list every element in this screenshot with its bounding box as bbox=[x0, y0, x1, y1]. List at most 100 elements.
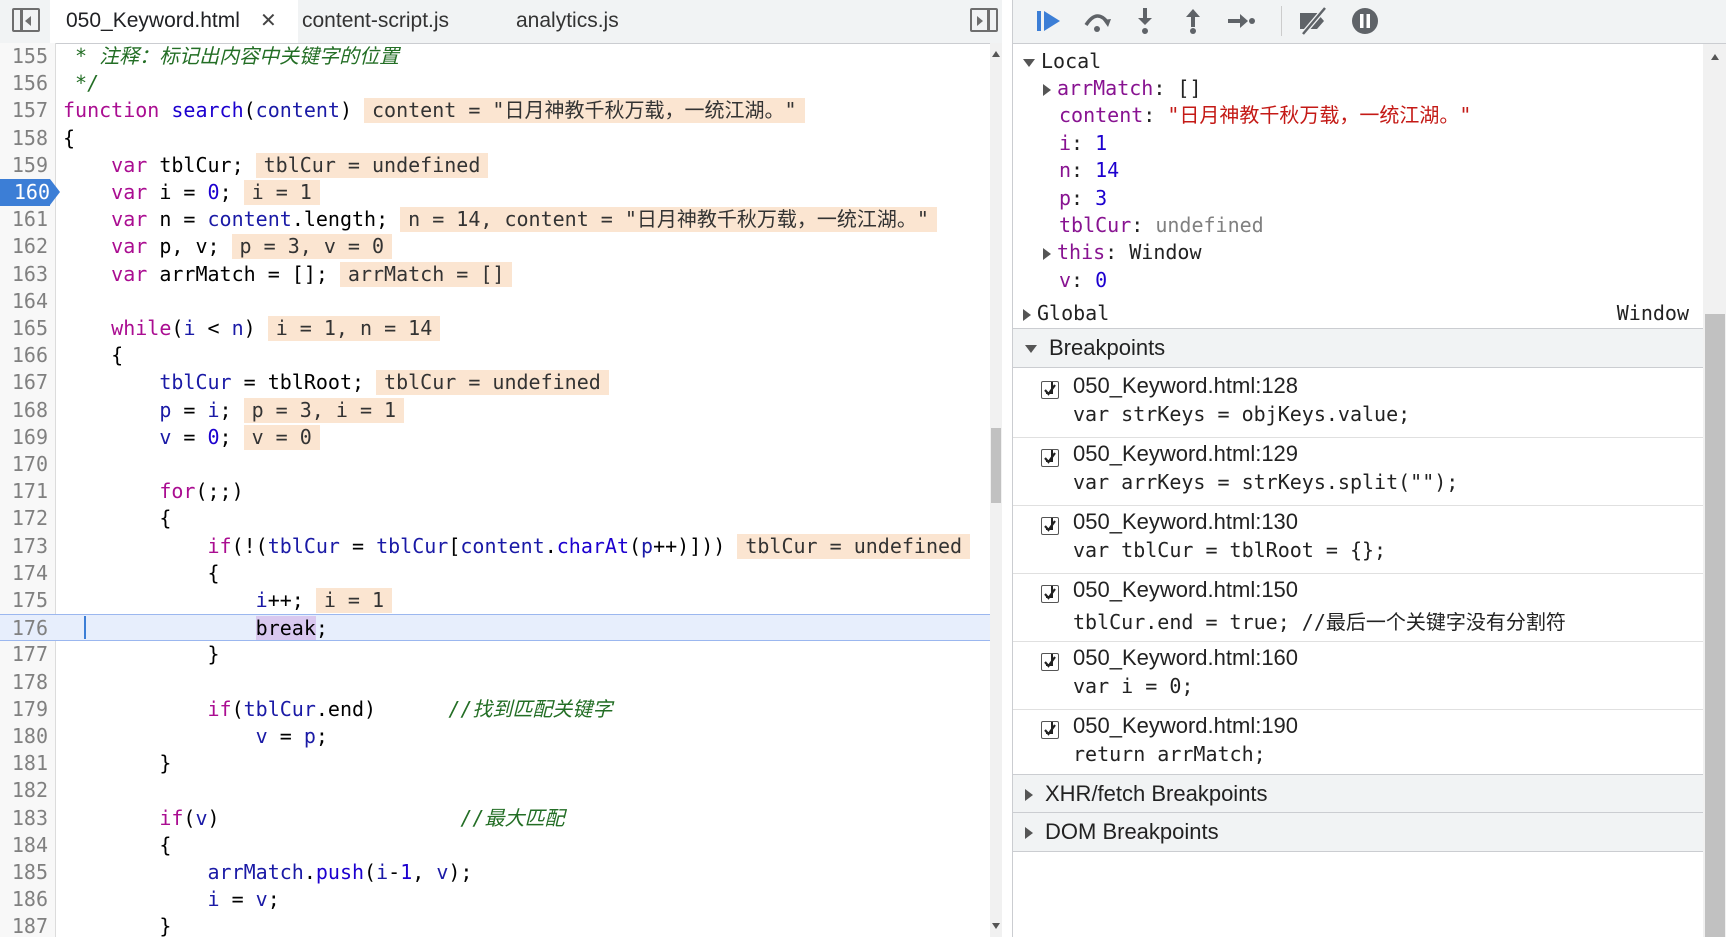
inline-value[interactable]: tblCur = undefined bbox=[376, 370, 609, 396]
expand-arrow-icon[interactable] bbox=[1025, 345, 1037, 354]
step-into-icon[interactable] bbox=[1129, 6, 1161, 36]
breakpoint-line-number[interactable]: 160 bbox=[0, 179, 60, 206]
line-number[interactable]: 169 bbox=[0, 424, 48, 451]
line-number[interactable]: 186 bbox=[0, 886, 48, 913]
breakpoint-item[interactable]: 050_Keyword.html:130 var tblCur = tblRoot… bbox=[1013, 505, 1703, 574]
line-number[interactable]: 187 bbox=[0, 913, 48, 937]
scroll-up-icon[interactable] bbox=[992, 51, 1000, 57]
step-over-icon[interactable] bbox=[1081, 6, 1113, 36]
code-line[interactable]: 185 arrMatch.push(i-1, v); bbox=[0, 859, 990, 886]
line-number[interactable]: 159 bbox=[0, 152, 48, 179]
code-area[interactable]: 155 * 注释：标记出内容中关键字的位置 156 */157 function s… bbox=[0, 43, 990, 937]
breakpoint-item[interactable]: 050_Keyword.html:128 var strKeys = objKey… bbox=[1013, 369, 1703, 438]
sidebar-scrollbar[interactable] bbox=[1703, 44, 1726, 937]
inline-value[interactable]: n = 14, content = "日月神教千秋万载，一统江湖。" bbox=[400, 207, 937, 233]
line-number[interactable]: 156 bbox=[0, 70, 48, 97]
editor-scroll-thumb[interactable] bbox=[991, 428, 1001, 503]
sidebar-scroll-thumb[interactable] bbox=[1705, 314, 1725, 937]
code-line[interactable]: 160 var i = 0; i = 1 bbox=[0, 179, 990, 206]
code-line[interactable]: 155 * 注释：标记出内容中关键字的位置 bbox=[0, 43, 990, 70]
breakpoint-checkbox[interactable] bbox=[1041, 721, 1059, 739]
line-number[interactable]: 182 bbox=[0, 777, 48, 804]
line-number[interactable]: 185 bbox=[0, 859, 48, 886]
code-line[interactable]: 182 bbox=[0, 777, 990, 804]
line-number[interactable]: 178 bbox=[0, 669, 48, 696]
code-line[interactable]: 186 i = v; bbox=[0, 886, 990, 913]
code-line[interactable]: 177 } bbox=[0, 641, 990, 668]
code-line[interactable]: 173 if(!(tblCur = tblCur[content.charAt(… bbox=[0, 533, 990, 560]
scope-variable[interactable]: v: 0 bbox=[1059, 265, 1107, 295]
code-line[interactable]: 183 if(v) //最大匹配 bbox=[0, 805, 990, 832]
line-number[interactable]: 180 bbox=[0, 723, 48, 750]
code-line[interactable]: 171 for(;;) bbox=[0, 478, 990, 505]
tab-content-script[interactable]: content-script.js bbox=[302, 0, 449, 43]
code-line[interactable]: 159 var tblCur; tblCur = undefined bbox=[0, 152, 990, 179]
line-number[interactable]: 161 bbox=[0, 206, 48, 233]
line-number[interactable]: 165 bbox=[0, 315, 48, 342]
code-line[interactable]: 174 { bbox=[0, 560, 990, 587]
line-number[interactable]: 164 bbox=[0, 288, 48, 315]
line-number[interactable]: 163 bbox=[0, 261, 48, 288]
inline-value[interactable]: p = 3, i = 1 bbox=[243, 397, 405, 423]
scope-local-header[interactable]: Local bbox=[1023, 46, 1101, 76]
breakpoint-checkbox[interactable] bbox=[1041, 449, 1059, 467]
code-line[interactable]: 165 while(i < n) i = 1, n = 14 bbox=[0, 315, 990, 342]
expand-arrow-icon[interactable] bbox=[1025, 789, 1033, 802]
code-line[interactable]: 179 if(tblCur.end) //找到匹配关键字 bbox=[0, 696, 990, 723]
line-number[interactable]: 173 bbox=[0, 533, 48, 560]
scope-variable[interactable]: content: "日月神教千秋万载，一统江湖。" bbox=[1059, 100, 1471, 130]
code-line[interactable]: 156 */ bbox=[0, 70, 990, 97]
breakpoint-checkbox[interactable] bbox=[1041, 381, 1059, 399]
breakpoint-checkbox[interactable] bbox=[1041, 653, 1059, 671]
line-number[interactable]: 157 bbox=[0, 97, 48, 124]
code-line[interactable]: 157 function search(content) content = "日月… bbox=[0, 97, 990, 124]
toggle-navigator-icon[interactable] bbox=[12, 8, 40, 32]
scroll-down-icon[interactable] bbox=[992, 923, 1000, 929]
code-line[interactable]: 168 p = i; p = 3, i = 1 bbox=[0, 397, 990, 424]
line-number[interactable]: 162 bbox=[0, 233, 48, 260]
code-line[interactable]: 162 var p, v; p = 3, v = 0 bbox=[0, 233, 990, 260]
line-number[interactable]: 167 bbox=[0, 369, 48, 396]
code-line[interactable]: 184 { bbox=[0, 832, 990, 859]
deactivate-breakpoints-icon[interactable] bbox=[1297, 6, 1329, 36]
scope-variable[interactable]: i: 1 bbox=[1059, 128, 1107, 158]
code-line[interactable]: 164 bbox=[0, 288, 990, 315]
editor-scrollbar[interactable] bbox=[990, 43, 1002, 937]
scope-variable[interactable]: n: 14 bbox=[1059, 155, 1119, 185]
line-number[interactable]: 177 bbox=[0, 641, 48, 668]
step-icon[interactable] bbox=[1225, 6, 1257, 36]
expand-arrow-icon[interactable] bbox=[1025, 827, 1033, 840]
line-number[interactable]: 172 bbox=[0, 505, 48, 532]
line-number[interactable]: 166 bbox=[0, 342, 48, 369]
pause-on-exceptions-icon[interactable] bbox=[1349, 6, 1381, 36]
line-number[interactable]: 175 bbox=[0, 587, 48, 614]
inline-value[interactable]: p = 3, v = 0 bbox=[231, 234, 393, 260]
line-number[interactable]: 174 bbox=[0, 560, 48, 587]
code-line[interactable]: 176 break; bbox=[0, 614, 990, 642]
breakpoint-checkbox[interactable] bbox=[1041, 517, 1059, 535]
line-number[interactable]: 171 bbox=[0, 478, 48, 505]
scope-variable[interactable]: tblCur: undefined bbox=[1059, 210, 1264, 240]
code-line[interactable]: 172 { bbox=[0, 505, 990, 532]
line-number[interactable]: 158 bbox=[0, 125, 48, 152]
scroll-up-icon[interactable] bbox=[1711, 54, 1719, 60]
breakpoints-section-header[interactable]: Breakpoints bbox=[1013, 328, 1703, 368]
step-out-icon[interactable] bbox=[1177, 6, 1209, 36]
inline-value[interactable]: arrMatch = [] bbox=[339, 261, 513, 287]
breakpoint-item[interactable]: 050_Keyword.html:129 var arrKeys = strKey… bbox=[1013, 437, 1703, 506]
code-line[interactable]: 158 { bbox=[0, 125, 990, 152]
breakpoint-item[interactable]: 050_Keyword.html:190 return arrMatch; bbox=[1013, 709, 1703, 778]
code-line[interactable]: 161 var n = content.length; n = 14, conte… bbox=[0, 206, 990, 233]
line-number[interactable]: 184 bbox=[0, 832, 48, 859]
toggle-debugger-sidebar-icon[interactable] bbox=[970, 8, 998, 32]
code-line[interactable]: 175 i++; i = 1 bbox=[0, 587, 990, 614]
line-number[interactable]: 179 bbox=[0, 696, 48, 723]
scope-variable[interactable]: p: 3 bbox=[1059, 183, 1107, 213]
dom-breakpoints-section-header[interactable]: DOM Breakpoints bbox=[1013, 812, 1703, 852]
code-line[interactable]: 167 tblCur = tblRoot; tblCur = undefined bbox=[0, 369, 990, 396]
inline-value[interactable]: v = 0 bbox=[243, 424, 320, 450]
scope-variable[interactable]: arrMatch: [] bbox=[1043, 73, 1202, 103]
code-line[interactable]: 181 } bbox=[0, 750, 990, 777]
line-number[interactable]: 170 bbox=[0, 451, 48, 478]
xhr-breakpoints-section-header[interactable]: XHR/fetch Breakpoints bbox=[1013, 774, 1703, 814]
